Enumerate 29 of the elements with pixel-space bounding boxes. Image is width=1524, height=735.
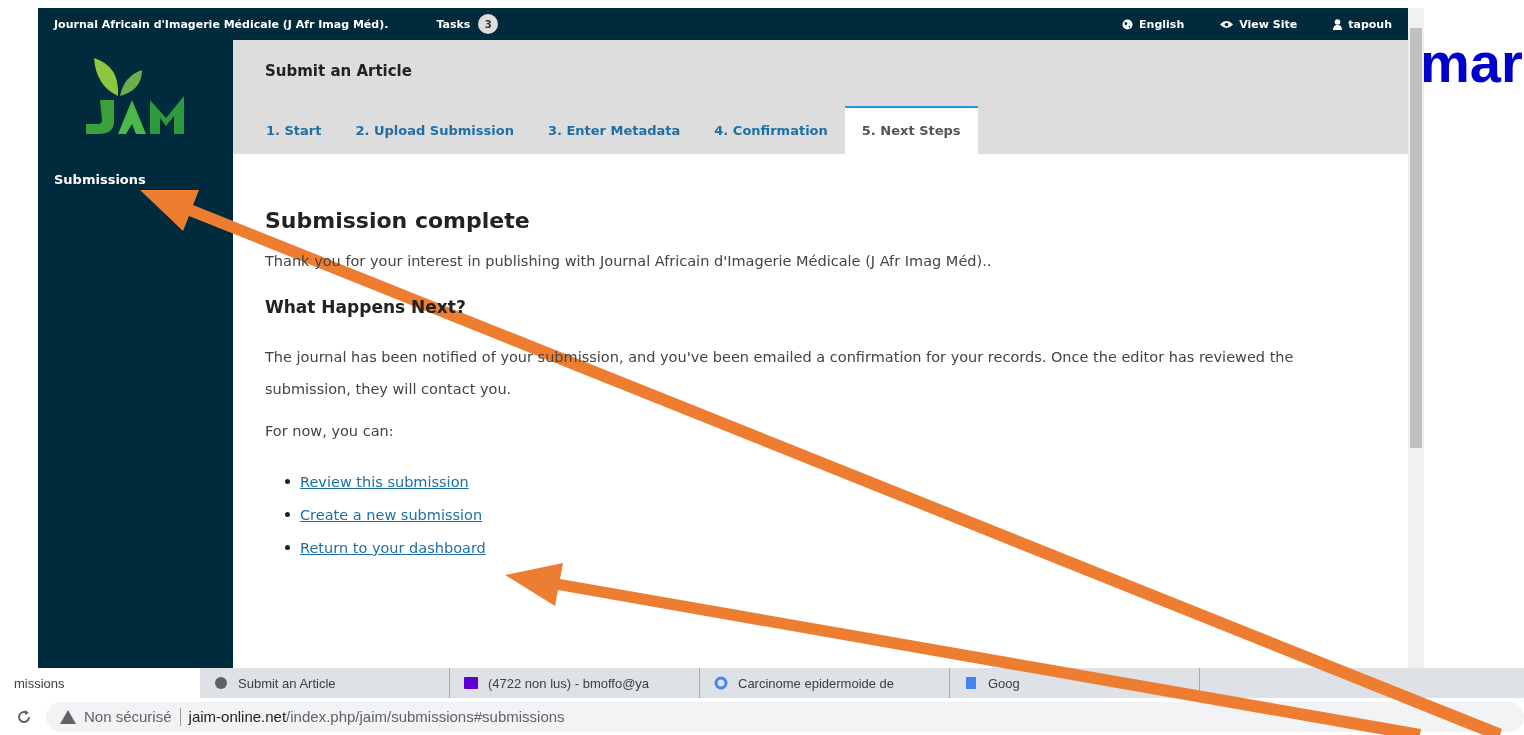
reload-icon[interactable]: [16, 708, 32, 725]
step-tab[interactable]: 1. Start: [249, 108, 339, 154]
document-icon: [964, 676, 978, 690]
heading-fragment: mar: [1424, 30, 1524, 95]
step-tab[interactable]: 4. Confirmation: [697, 108, 845, 154]
mail-icon: [464, 677, 478, 689]
section-heading: Submission complete: [265, 208, 531, 233]
browser-tab[interactable]: missions: [0, 668, 200, 698]
tasks-link[interactable]: Tasks: [436, 17, 471, 31]
site-title[interactable]: Journal Africain d'Imagerie Médicale (J Afr Imag Méd).: [54, 17, 389, 31]
scrollbar[interactable]: [1408, 8, 1424, 668]
step-tab[interactable]: 3. Enter Metadata: [530, 108, 698, 154]
user-icon: [1333, 18, 1343, 30]
step-tab[interactable]: 2. Upload Submission: [338, 108, 531, 154]
for-now-text: For now, you can:: [265, 423, 395, 439]
action-link[interactable]: Create a new submission: [300, 506, 483, 523]
action-link[interactable]: Return to your dashboard: [300, 539, 486, 556]
step-tab[interactable]: 5. Next Steps: [844, 106, 978, 154]
action-link[interactable]: Review this submission: [300, 473, 469, 490]
user-menu-link[interactable]: tapouh: [1333, 17, 1392, 31]
eye-icon: [1220, 19, 1234, 29]
tasks-count: 3: [478, 14, 499, 34]
warning-icon: [60, 709, 76, 724]
address-bar[interactable]: Non sécurisé jaim-online.net/index.php/jaim/submissions#submissions: [46, 701, 1524, 732]
thanks-text: Thank you for your interest in publishing with Journal Africain d'Imagerie Médicale (J Afr Imag Méd)..: [265, 253, 993, 269]
sidebar-item[interactable]: Submissions: [54, 172, 146, 187]
language-link[interactable]: English: [1122, 17, 1185, 31]
page-title: Submit an Article: [265, 62, 413, 80]
view-site-link[interactable]: View Site: [1220, 17, 1298, 31]
